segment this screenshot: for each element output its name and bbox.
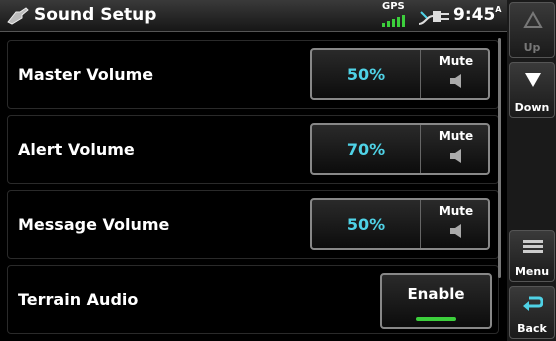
divider	[420, 200, 421, 248]
back-label: Back	[517, 322, 547, 335]
terrain-audio-label: Terrain Audio	[18, 290, 139, 309]
message-volume-row: Message Volume 50% Mute	[7, 190, 499, 259]
gps-status: GPS	[380, 1, 410, 29]
alert-mute-label: Mute	[438, 129, 474, 143]
alert-volume-value: 70%	[346, 140, 386, 159]
scrollbar[interactable]	[498, 38, 501, 278]
message-volume-label: Message Volume	[18, 215, 170, 234]
master-mute-label: Mute	[438, 54, 474, 68]
master-volume-button[interactable]: 50% Mute	[310, 48, 490, 100]
master-volume-label: Master Volume	[18, 65, 154, 84]
speaker-icon[interactable]	[448, 222, 466, 240]
message-volume-button[interactable]: 50% Mute	[310, 198, 490, 250]
master-volume-value: 50%	[346, 65, 386, 84]
down-button[interactable]: Down	[509, 62, 555, 118]
speaker-icon[interactable]	[448, 72, 466, 90]
clock-time: 9:45	[453, 5, 496, 25]
title-bar: Sound Setup GPS 9:45A	[0, 0, 507, 32]
alert-volume-label: Alert Volume	[18, 140, 135, 159]
menu-icon	[523, 240, 543, 253]
menu-button[interactable]: Menu	[509, 230, 555, 282]
back-button[interactable]: Back	[509, 286, 555, 339]
terrain-audio-row: Terrain Audio Enable	[7, 265, 499, 334]
external-power-icon	[418, 11, 449, 25]
up-label: Up	[523, 41, 541, 54]
divider	[420, 125, 421, 173]
divider	[420, 50, 421, 98]
enable-label: Enable	[407, 285, 465, 303]
message-mute-label: Mute	[438, 204, 474, 218]
up-button[interactable]: Up	[509, 2, 555, 58]
sound-setup-icon	[7, 7, 29, 25]
softkey-sidebar: Up Down Menu Back	[507, 0, 556, 341]
terrain-enable-button[interactable]: Enable	[380, 273, 492, 329]
page-title: Sound Setup	[34, 5, 157, 25]
master-volume-row: Master Volume 50% Mute	[7, 40, 499, 109]
arrow-up-icon	[523, 11, 543, 28]
back-arrow-icon	[523, 296, 543, 311]
menu-label: Menu	[514, 265, 550, 278]
alert-volume-row: Alert Volume 70% Mute	[7, 115, 499, 184]
down-label: Down	[514, 101, 550, 114]
speaker-icon[interactable]	[448, 147, 466, 165]
gps-label: GPS	[382, 1, 405, 12]
clock: 9:45A	[453, 5, 502, 25]
arrow-down-icon	[525, 73, 541, 87]
enabled-indicator	[416, 317, 456, 321]
message-volume-value: 50%	[346, 215, 386, 234]
clock-suffix: A	[495, 5, 502, 14]
gps-signal-icon	[382, 15, 405, 27]
alert-volume-button[interactable]: 70% Mute	[310, 123, 490, 175]
